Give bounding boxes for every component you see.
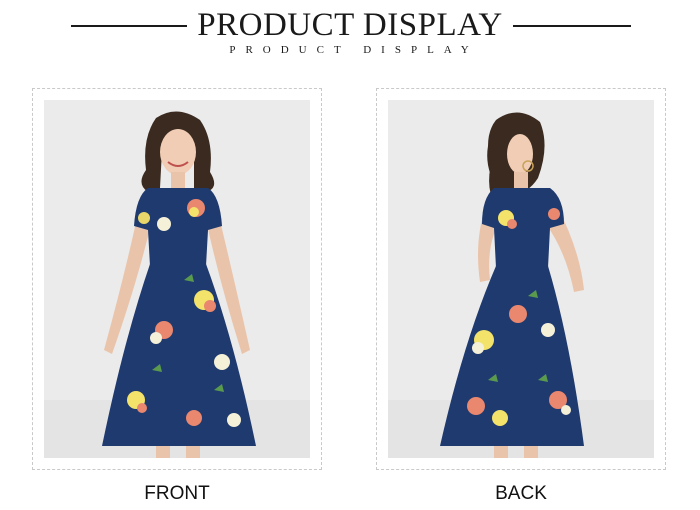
page-subtitle: PRODUCT DISPLAY	[229, 44, 479, 56]
back-model-photo	[388, 100, 654, 458]
back-view-label: BACK	[495, 483, 547, 504]
back-view-frame	[376, 88, 666, 470]
front-view-label: FRONT	[144, 483, 210, 504]
model-front-illustration	[44, 100, 310, 458]
header-rule-right	[513, 25, 631, 27]
front-view-frame	[32, 88, 322, 470]
model-back-illustration	[388, 100, 654, 458]
page-header: PRODUCT DISPLAY PRODUCT DISPLAY	[0, 0, 700, 70]
front-model-photo	[44, 100, 310, 458]
